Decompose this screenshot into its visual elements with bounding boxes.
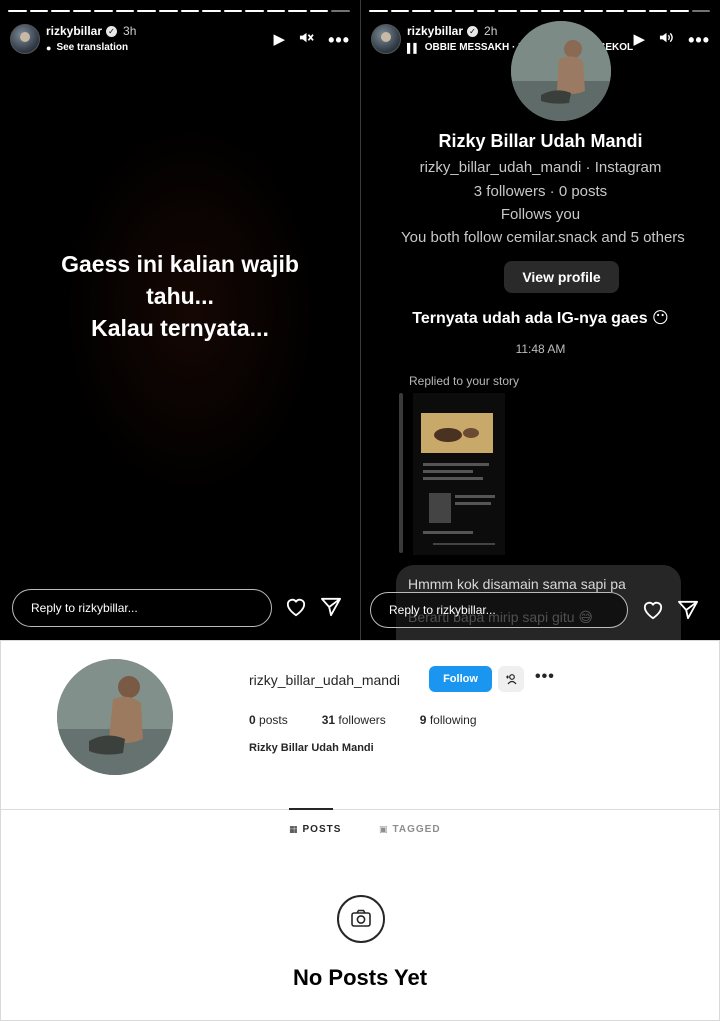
- replied-to-story-label: Replied to your story: [409, 374, 520, 388]
- profile-page: rizky_billar_udah_mandi Follow ••• 0 pos…: [0, 640, 720, 1021]
- send-icon[interactable]: [677, 600, 699, 620]
- see-translation-link[interactable]: See translation: [56, 42, 128, 53]
- story-reply-thumbnail[interactable]: [413, 393, 505, 555]
- followers-count[interactable]: 31 followers: [322, 713, 386, 727]
- posts-count: 0 posts: [249, 713, 288, 727]
- more-icon[interactable]: •••: [535, 668, 555, 686]
- dm-profile-name: Rizky Billar Udah Mandi: [438, 131, 643, 151]
- send-icon[interactable]: [320, 597, 342, 617]
- verified-badge-icon: ✓: [467, 25, 479, 37]
- more-icon[interactable]: •••: [688, 31, 710, 49]
- more-icon[interactable]: •••: [328, 31, 350, 49]
- profile-full-name: Rizky Billar Udah Mandi: [249, 742, 374, 754]
- heart-icon[interactable]: [642, 600, 664, 620]
- story-time: 2h: [484, 24, 498, 38]
- avatar[interactable]: [371, 24, 401, 54]
- volume-icon[interactable]: [659, 30, 674, 49]
- mute-icon[interactable]: [299, 30, 314, 49]
- caption-line: tahu...: [146, 283, 214, 309]
- story-panel-right: rizkybillar ✓ 2h ▌▌ OBBIE MESSAKH · KISA…: [361, 0, 720, 640]
- dm-profile-handle: rizky_billar_udah_mandi · Instagram: [419, 159, 662, 176]
- grid-icon: ▦: [289, 824, 299, 834]
- reply-quote-bar: [399, 393, 403, 553]
- tab-tagged[interactable]: ▣ TAGGED: [379, 824, 441, 835]
- verified-badge-icon: ✓: [106, 25, 118, 37]
- profile-avatar[interactable]: [57, 659, 173, 775]
- caption-line: Kalau ternyata...: [91, 315, 269, 341]
- story-progress-bar: [369, 10, 710, 13]
- play-icon[interactable]: ▶: [634, 31, 646, 48]
- story-caption: Gaess ini kalian wajib tahu... Kalau ter…: [0, 248, 360, 344]
- avatar[interactable]: [10, 24, 40, 54]
- view-profile-button[interactable]: View profile: [504, 261, 619, 293]
- story-username[interactable]: rizkybillar: [46, 24, 102, 38]
- dm-message: Ternyata udah ada IG-nya gaes 😶: [412, 310, 669, 327]
- tab-posts[interactable]: ▦ POSTS: [289, 824, 341, 835]
- tag-icon: ▣: [379, 824, 389, 834]
- dm-mutual-follows: You both follow cemilar.snack and 5 othe…: [401, 229, 685, 246]
- story-time: 3h: [123, 24, 137, 38]
- tab-tagged-label: TAGGED: [392, 824, 441, 835]
- heart-icon[interactable]: [285, 597, 307, 617]
- story-username[interactable]: rizkybillar: [407, 24, 463, 38]
- reply-input[interactable]: Reply to rizkybillar...: [370, 592, 628, 628]
- add-person-icon[interactable]: [498, 666, 524, 692]
- dm-follows-you: Follows you: [500, 206, 581, 223]
- music-icon: ▌▌: [407, 42, 420, 53]
- tabs-divider: [1, 809, 719, 810]
- tab-posts-label: POSTS: [302, 824, 342, 835]
- caption-line: Gaess ini kalian wajib: [61, 251, 299, 277]
- story-panel-left: rizkybillar ✓ 3h ● See translation ▶ •••…: [0, 0, 360, 640]
- dm-profile-avatar: [511, 21, 611, 121]
- dm-timestamp: 11:48 AM: [515, 342, 566, 356]
- play-icon[interactable]: ▶: [274, 31, 286, 48]
- empty-state-title: No Posts Yet: [292, 965, 428, 990]
- reply-input[interactable]: Reply to rizkybillar...: [12, 589, 272, 627]
- dm-profile-counts: 3 followers · 0 posts: [473, 183, 608, 200]
- follow-button[interactable]: Follow: [429, 666, 492, 692]
- story-progress-bar: [8, 10, 350, 13]
- profile-username: rizky_billar_udah_mandi: [249, 672, 400, 688]
- following-count[interactable]: 9 following: [420, 713, 477, 727]
- profile-stats: 0 posts 31 followers 9 following: [249, 713, 511, 727]
- story-header: rizkybillar ✓ 3h ● See translation ▶ •••: [10, 20, 350, 60]
- active-tab-indicator: [289, 808, 333, 810]
- camera-icon: [337, 895, 385, 943]
- translate-icon: ●: [46, 42, 52, 53]
